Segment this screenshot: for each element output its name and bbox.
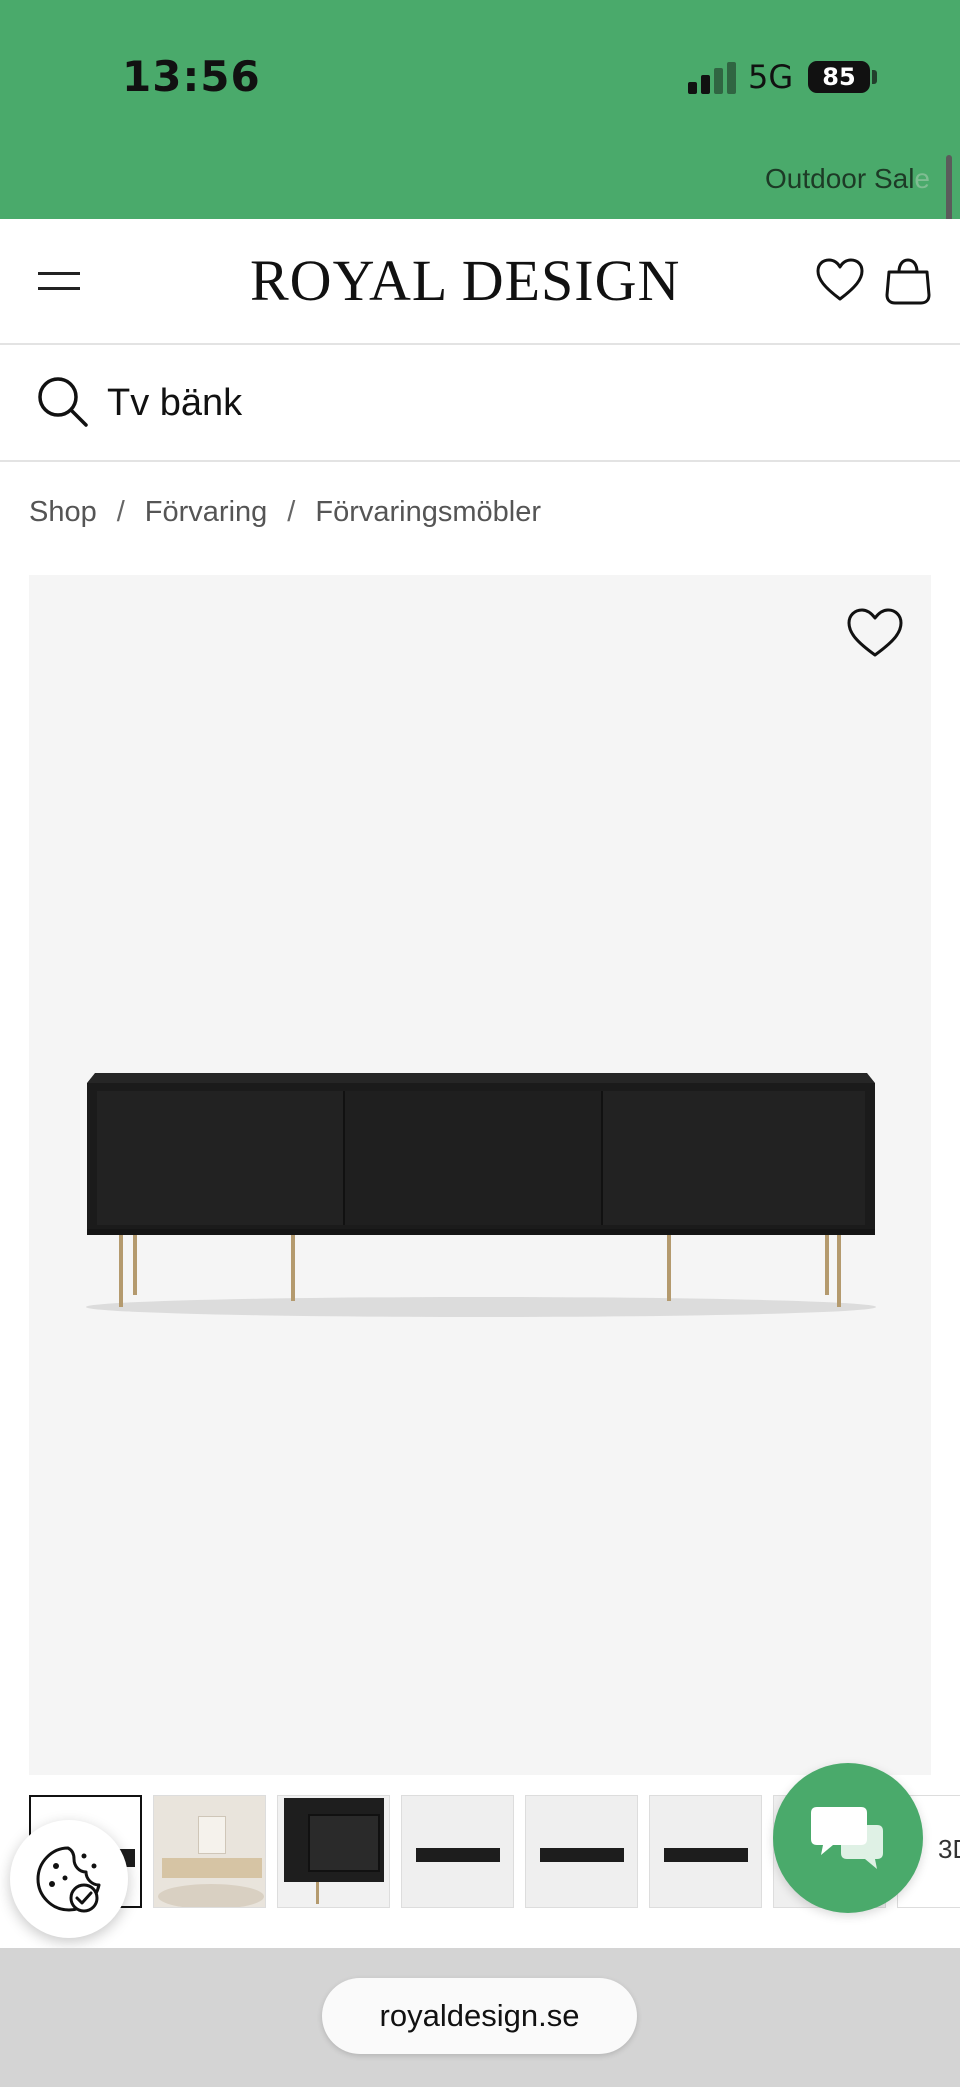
thumbnail-3[interactable] <box>277 1795 390 1908</box>
battery-level: 85 <box>822 63 856 91</box>
hamburger-menu-icon[interactable] <box>38 269 82 293</box>
breadcrumb-forvaringsmobler[interactable]: Förvaringsmöbler <box>315 496 541 528</box>
cookie-settings-button[interactable] <box>10 1820 128 1938</box>
search-bar <box>0 345 960 462</box>
battery-icon: 85 <box>808 61 870 93</box>
thumbnail-2[interactable] <box>153 1795 266 1908</box>
wishlist-heart-icon[interactable] <box>814 255 866 307</box>
breadcrumb-shop[interactable]: Shop <box>29 496 97 528</box>
chat-bubbles-icon <box>811 1807 883 1869</box>
thumbnail-3d-label: 3D <box>938 1834 960 1864</box>
promo-text: Outdoor Sal <box>765 163 915 194</box>
cookie-icon <box>36 1846 101 1913</box>
browser-bottom-bar: royaldesign.se <box>0 1948 960 2087</box>
signal-icon <box>688 62 736 94</box>
breadcrumb-separator: / <box>287 496 296 528</box>
thumbnail-6[interactable] <box>649 1795 762 1908</box>
battery-tip <box>872 70 877 84</box>
breadcrumb-separator: / <box>116 496 125 528</box>
promo-banner[interactable]: Outdoor Sale <box>765 163 930 195</box>
favorite-heart-icon[interactable] <box>845 605 905 661</box>
network-type: 5G <box>748 58 794 96</box>
thumbnail-5[interactable] <box>525 1795 638 1908</box>
product-gallery[interactable] <box>29 575 931 1775</box>
breadcrumb-forvaring[interactable]: Förvaring <box>145 496 268 528</box>
search-icon[interactable] <box>36 375 90 429</box>
status-bar: 13:56 5G 85 Outdoor Sale <box>0 0 960 219</box>
breadcrumb: Shop / Förvaring / Förvaringsmöbler <box>29 496 541 529</box>
shopping-bag-icon[interactable] <box>882 255 934 307</box>
url-bar[interactable]: royaldesign.se <box>322 1978 637 2054</box>
site-header: ROYAL DESIGN <box>0 219 960 345</box>
product-image-tv-bench[interactable] <box>81 1065 881 1325</box>
site-logo[interactable]: ROYAL DESIGN <box>250 247 710 314</box>
chat-button[interactable] <box>773 1763 923 1913</box>
status-time: 13:56 <box>122 52 261 101</box>
thumbnail-4[interactable] <box>401 1795 514 1908</box>
promo-text-faded: e <box>914 163 930 194</box>
search-input[interactable] <box>107 375 907 431</box>
